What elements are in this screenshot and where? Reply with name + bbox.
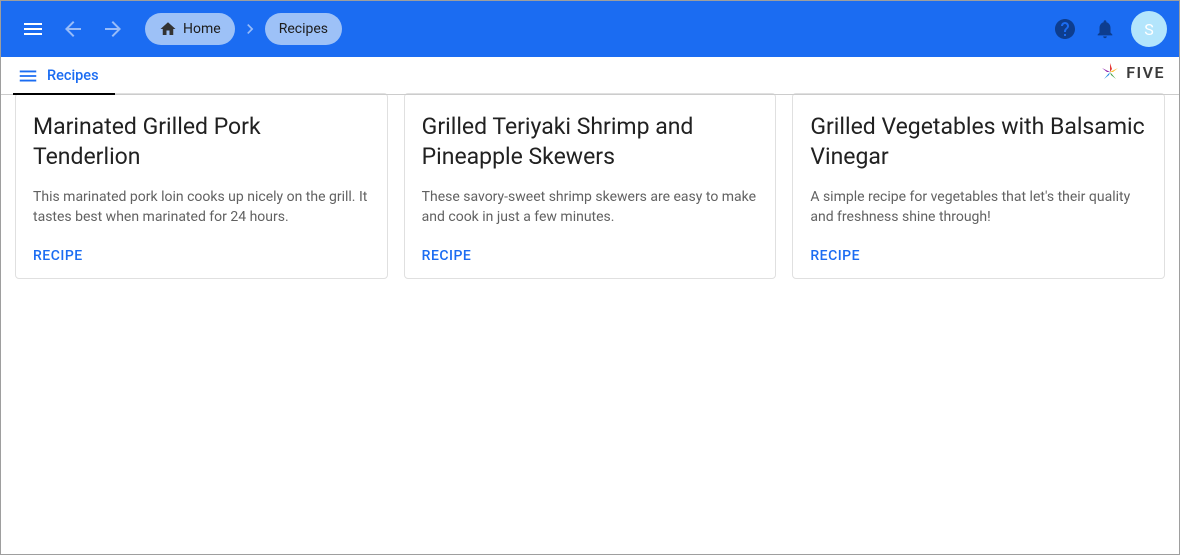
- menu-button[interactable]: [13, 9, 53, 49]
- avatar[interactable]: S: [1131, 11, 1167, 47]
- breadcrumb-home-label: Home: [183, 21, 221, 37]
- recipe-card[interactable]: Marinated Grilled Pork Tenderlion This m…: [15, 93, 388, 279]
- recipe-card[interactable]: Grilled Vegetables with Balsamic Vinegar…: [792, 93, 1165, 279]
- help-button[interactable]: [1045, 9, 1085, 49]
- card-title: Grilled Teriyaki Shrimp and Pineapple Sk…: [422, 112, 759, 173]
- card-action-link[interactable]: RECIPE: [422, 248, 759, 264]
- breadcrumb-current-label: Recipes: [279, 21, 328, 37]
- recipe-card[interactable]: Grilled Teriyaki Shrimp and Pineapple Sk…: [404, 93, 777, 279]
- breadcrumb-home[interactable]: Home: [145, 13, 235, 45]
- menu-icon: [17, 65, 39, 87]
- brand-name: FIVE: [1126, 63, 1165, 82]
- tab-bar: Recipes FIVE: [1, 57, 1179, 95]
- help-icon: [1053, 17, 1077, 41]
- breadcrumb-current[interactable]: Recipes: [265, 13, 342, 45]
- brand-logo: FIVE: [1098, 60, 1165, 84]
- card-desc: A simple recipe for vegetables that let'…: [810, 187, 1147, 230]
- tab-label: Recipes: [47, 67, 99, 84]
- card-action-link[interactable]: RECIPE: [33, 248, 370, 264]
- bell-icon: [1094, 18, 1116, 40]
- tab-recipes[interactable]: Recipes: [1, 57, 115, 94]
- card-desc: These savory-sweet shrimp skewers are ea…: [422, 187, 759, 230]
- hamburger-icon: [21, 17, 45, 41]
- avatar-initial: S: [1144, 20, 1154, 39]
- chevron-right-icon: [240, 19, 260, 39]
- card-title: Grilled Vegetables with Balsamic Vinegar: [810, 112, 1147, 173]
- card-row: Marinated Grilled Pork Tenderlion This m…: [1, 93, 1179, 279]
- card-action-link[interactable]: RECIPE: [810, 248, 1147, 264]
- card-desc: This marinated pork loin cooks up nicely…: [33, 187, 370, 230]
- notifications-button[interactable]: [1085, 9, 1125, 49]
- card-title: Marinated Grilled Pork Tenderlion: [33, 112, 370, 173]
- brand-mark-icon: [1098, 60, 1122, 84]
- nav-forward-button[interactable]: [93, 9, 133, 49]
- breadcrumb-separator: [239, 19, 261, 39]
- arrow-right-icon: [101, 17, 125, 41]
- arrow-left-icon: [61, 17, 85, 41]
- app-bar: Home Recipes S: [1, 1, 1179, 57]
- home-icon: [159, 20, 177, 38]
- nav-back-button[interactable]: [53, 9, 93, 49]
